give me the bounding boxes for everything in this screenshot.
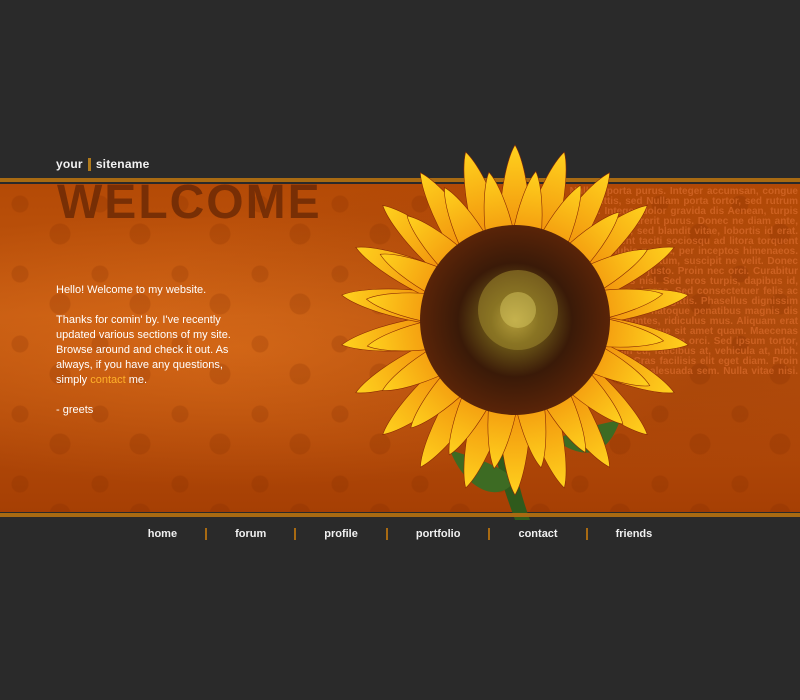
site-logo[interactable]: your sitename (56, 157, 149, 171)
intro-text: Hello! Welcome to my website. Thanks for… (56, 283, 256, 433)
contact-link[interactable]: contact (90, 374, 125, 386)
nav-contact[interactable]: contact (490, 528, 585, 540)
nav-profile[interactable]: profile (296, 528, 386, 540)
intro-paragraph: Thanks for comin' by. I've recently upda… (56, 313, 256, 388)
footer-divider (0, 513, 800, 517)
nav-home[interactable]: home (120, 528, 205, 540)
main-nav: home forum profile portfolio contact fri… (0, 522, 800, 546)
nav-forum[interactable]: forum (207, 528, 294, 540)
sunflower-image (341, 144, 689, 520)
intro-body-end: me. (128, 374, 148, 386)
greeting: Hello! Welcome to my website. (56, 284, 207, 296)
signoff: - greets (56, 404, 94, 416)
site-name-second: sitename (95, 157, 150, 171)
logo-separator (87, 157, 91, 171)
site-name-first: your (56, 157, 83, 171)
welcome-heading: WELCOME (57, 176, 322, 229)
nav-portfolio[interactable]: portfolio (388, 528, 489, 540)
nav-friends[interactable]: friends (588, 528, 681, 540)
